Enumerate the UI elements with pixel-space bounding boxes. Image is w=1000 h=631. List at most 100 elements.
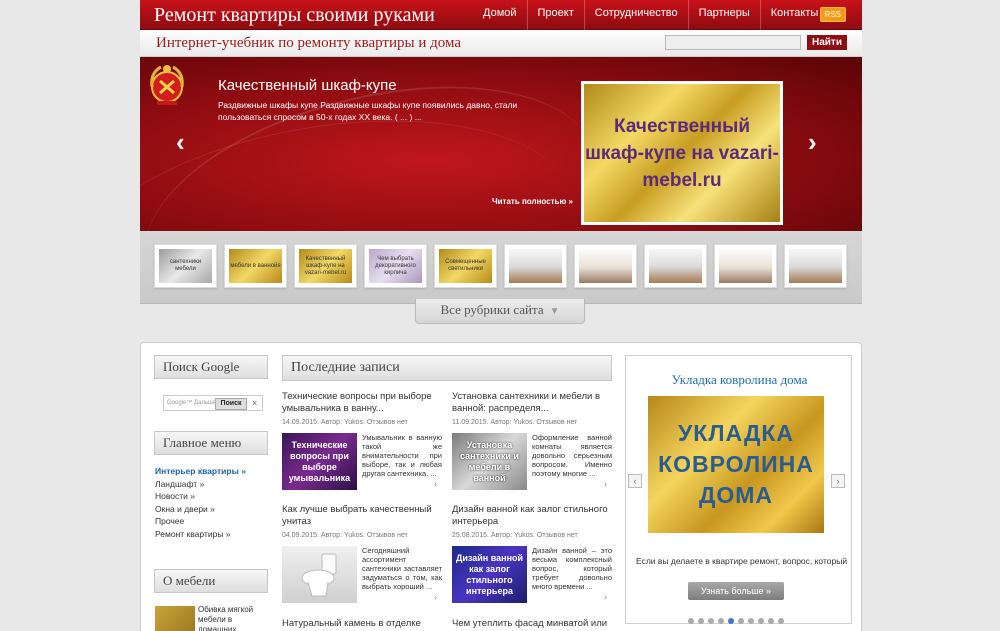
widget-prev-icon[interactable]: ‹ [628,474,642,488]
thumbnail[interactable]: Чем выбрать декоративного кирпича [364,244,427,288]
pagination-dot[interactable] [768,618,774,624]
sub-bar: Интернет-учебник по ремонту квартиры и д… [140,30,862,57]
post-image[interactable] [282,546,357,603]
nav-item-cooperation[interactable]: Сотрудничество [583,0,688,30]
main-menu: Интерьер квартиры » Ландшафт » Новости »… [155,465,246,540]
pagination-dot[interactable] [698,618,704,624]
google-search-heading: Поиск Google [154,355,268,379]
thumbnail[interactable] [504,244,567,288]
nav-item-project[interactable]: Проект [526,0,584,30]
content-area: Поиск Google Google™ Дальше Поиск × Глав… [140,342,862,631]
pagination-dot[interactable] [718,618,724,624]
chevron-right-icon[interactable]: › [604,479,607,489]
post-title[interactable]: Технические вопросы при выборе умывальни… [282,391,447,415]
toilet-icon [301,553,336,596]
emblem-icon [150,65,184,105]
pagination-dot[interactable] [688,618,694,624]
thumbnail[interactable] [784,244,847,288]
widget-title[interactable]: Укладка ковролина дома [626,372,853,388]
thumbnail[interactable]: Качественный шкаф-купе на vazari-mebel.r… [294,244,357,288]
chevron-right-icon[interactable]: › [604,592,607,602]
thumbnail[interactable] [644,244,707,288]
post-item: Чем утеплить фасад минватой или [452,618,617,631]
thumbnail-label: Совмещенные светильники [439,249,492,283]
post-excerpt: Дизайн ванной – это весьма комплексный в… [532,546,612,591]
widget-pagination [688,618,788,624]
post-item: Как лучше выбрать качественный унитаз 04… [282,504,447,603]
pagination-dot[interactable] [758,618,764,624]
thumbnail[interactable]: Совмещенные светильники [434,244,497,288]
about-furniture-heading: О мебели [154,569,268,593]
thumbnail[interactable]: мебели в ваннойя [224,244,287,288]
search-input[interactable] [665,35,801,50]
menu-item-windows-doors[interactable]: Окна и двери » [155,503,246,516]
tagline: Интернет-учебник по ремонту квартиры и д… [156,35,462,51]
post-excerpt: Сегодняшний ассортимент сантехники заста… [362,546,442,591]
post-meta: 04.09.2015. Автор: Yukos. Отзывов нет [282,532,408,539]
pagination-dot[interactable] [778,618,784,624]
slide-image[interactable]: Качественный шкаф-купе на vazari-mebel.r… [581,81,783,225]
thumbnail[interactable] [574,244,637,288]
post-meta: 25.08.2015. Автор: Yukos. Отзывов нет [452,532,578,539]
google-search-input[interactable]: Google™ Дальше [163,395,263,411]
chevron-right-icon[interactable]: › [434,592,437,602]
slider-next-icon[interactable]: › [808,127,817,158]
post-image[interactable]: Технические вопросы при выборе умывальни… [282,433,357,490]
widget-text: Если вы делаете в квартире ремонт, вопро… [636,556,850,566]
thumbnail[interactable] [714,244,777,288]
pagination-dot[interactable] [728,618,734,624]
menu-item-apartment-repair[interactable]: Ремонт квартиры » [155,528,246,541]
menu-item-other[interactable]: Прочее [155,515,246,528]
slide-excerpt: Раздвижные шкафы купе Раздвижные шкафы к… [218,100,518,122]
featured-widget: Укладка ковролина дома УКЛАДКА КОВРОЛИНА… [625,355,852,624]
post-title[interactable]: Дизайн ванной как залог стильного интерь… [452,504,617,528]
post-excerpt: Оформление ванной комнаты является довол… [532,433,612,478]
google-search-button[interactable]: Поиск [215,398,247,410]
pagination-dot[interactable] [738,618,744,624]
slide-title[interactable]: Качественный шкаф-купе [218,77,397,94]
widget-image[interactable]: УКЛАДКА КОВРОЛИНА ДОМА [648,396,824,533]
post-image[interactable]: Установка сантехники и мебели в ванной [452,433,527,490]
thumbnail-label: сантехники мебели [159,249,212,283]
thumbnail-label [509,249,562,283]
post-item: Натуральный камень в отделке [282,618,447,631]
learn-more-button[interactable]: Узнать больше » [688,582,784,600]
close-icon[interactable]: × [252,398,257,408]
featured-slider: Качественный шкаф-купе Раздвижные шкафы … [140,57,862,231]
read-more-link[interactable]: Читать полностью » [492,197,573,206]
pagination-dot[interactable] [748,618,754,624]
search-button[interactable]: Найти [807,35,847,50]
post-title[interactable]: Как лучше выбрать качественный унитаз [282,504,447,528]
nav-item-partners[interactable]: Партнеры [687,0,760,30]
thumbnail-label: Чем выбрать декоративного кирпича [369,249,422,283]
post-title[interactable]: Установка сантехники и мебели в ванной: … [452,391,617,415]
menu-item-landscape[interactable]: Ландшафт » [155,478,246,491]
about-thumbnail[interactable] [155,606,195,631]
about-link[interactable]: Обивка мягкой мебели в домашних [198,605,260,631]
thumbnail-label: мебели в ваннойя [229,249,282,283]
widget-image-caption: УКЛАДКА КОВРОЛИНА ДОМА [658,420,814,508]
post-meta: 11.09.2015. Автор: Yukos. Отзывов нет [452,419,578,426]
thumbnail-label [719,249,772,283]
nav-item-contacts[interactable]: Контакты [759,0,829,30]
all-rubrics-button[interactable]: Все рубрики сайта ▼ [415,299,585,324]
post-item: Технические вопросы при выборе умывальни… [282,391,447,490]
thumbnail[interactable]: сантехники мебели [154,244,217,288]
post-title[interactable]: Чем утеплить фасад минватой или [452,618,617,631]
chevron-right-icon[interactable]: › [434,479,437,489]
post-excerpt: Умывальник в ванную такой же внимательно… [362,433,442,478]
site-title[interactable]: Ремонт квартиры своими руками [154,4,435,27]
recent-posts-heading: Последние записи [282,355,612,381]
all-rubrics-label: Все рубрики сайта [440,302,544,317]
slide-image-caption: Качественный шкаф-купе на vazari-mebel.r… [585,115,779,191]
post-image[interactable]: Дизайн ванной как залог стильного интерь… [452,546,527,603]
menu-item-news[interactable]: Новости » [155,490,246,503]
widget-next-icon[interactable]: › [831,474,845,488]
slider-prev-icon[interactable]: ‹ [176,127,185,158]
menu-item-interior[interactable]: Интерьер квартиры » [155,465,246,478]
thumbnail-strip: сантехники мебели мебели в ваннойя Качес… [140,231,862,304]
pagination-dot[interactable] [708,618,714,624]
nav-item-home[interactable]: Домой [473,0,527,30]
rss-button[interactable]: RSS [819,7,846,22]
post-title[interactable]: Натуральный камень в отделке [282,618,447,631]
